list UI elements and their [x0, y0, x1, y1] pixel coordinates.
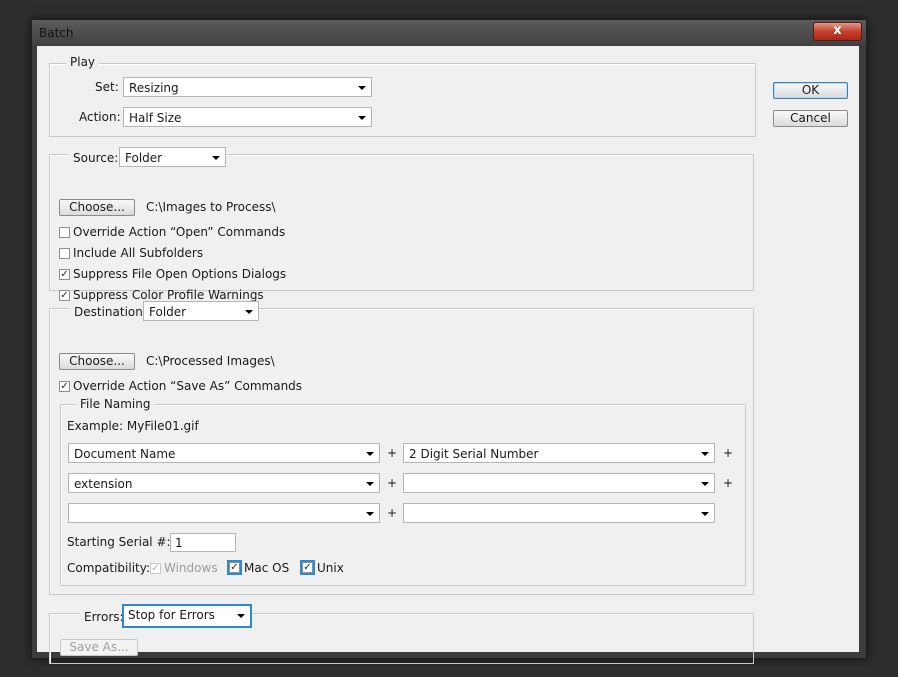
destination-label: Destination: — [70, 305, 151, 319]
source-select[interactable]: Folder — [119, 147, 226, 167]
action-label: Action: — [79, 110, 121, 124]
chevron-down-icon — [358, 116, 366, 120]
destination-path: C:\Processed Images\ — [146, 354, 275, 368]
destination-select[interactable]: Folder — [143, 301, 259, 321]
override-open-checkbox[interactable] — [59, 227, 70, 238]
action-select[interactable]: Half Size — [123, 107, 372, 127]
suppress-color-profile-label: Suppress Color Profile Warnings — [73, 288, 264, 302]
set-value: Resizing — [129, 81, 179, 95]
source-choose-button[interactable]: Choose... — [59, 199, 135, 216]
chevron-down-icon — [237, 614, 245, 618]
plus-sign: + — [723, 446, 734, 460]
batch-dialog: Batch x Play Set: Resizing Action: Half … — [31, 19, 867, 664]
action-value: Half Size — [129, 111, 182, 125]
cancel-button[interactable]: Cancel — [773, 110, 848, 127]
dialog-body: Play Set: Resizing Action: Half Size Sou… — [37, 46, 859, 664]
plus-sign: + — [387, 446, 398, 460]
override-save-as-label: Override Action “Save As” Commands — [73, 379, 303, 393]
naming-example: Example: MyFile01.gif — [67, 419, 199, 433]
window-title: Batch — [39, 26, 74, 40]
title-bar[interactable]: Batch x — [32, 20, 866, 46]
close-button[interactable]: x — [813, 22, 862, 41]
chevron-down-icon — [701, 512, 709, 516]
chevron-down-icon — [366, 482, 374, 486]
chevron-down-icon — [366, 452, 374, 456]
naming-field-5[interactable] — [68, 503, 380, 523]
naming-field-6[interactable] — [403, 503, 715, 523]
chevron-down-icon — [701, 482, 709, 486]
errors-value: Stop for Errors — [128, 608, 215, 622]
override-save-as-checkbox[interactable]: ✓ — [59, 381, 70, 392]
source-value: Folder — [125, 151, 163, 165]
windows-checkbox[interactable]: ✓ — [150, 563, 161, 574]
unix-label: Unix — [317, 561, 344, 575]
naming-field-3-value: extension — [74, 477, 133, 491]
suppress-color-profile-checkbox[interactable]: ✓ — [59, 290, 70, 301]
starting-serial-label: Starting Serial #: — [67, 535, 171, 549]
chevron-down-icon — [212, 156, 220, 160]
override-open-label: Override Action “Open” Commands — [73, 225, 286, 239]
windows-label: Windows — [164, 561, 218, 575]
save-as-button[interactable]: Save As... — [60, 639, 138, 656]
naming-field-2-value: 2 Digit Serial Number — [409, 447, 539, 461]
naming-field-2[interactable]: 2 Digit Serial Number — [403, 443, 715, 463]
destination-choose-button[interactable]: Choose... — [59, 353, 135, 370]
set-label: Set: — [95, 80, 119, 94]
naming-field-1-value: Document Name — [74, 447, 176, 461]
chevron-down-icon — [701, 452, 709, 456]
play-legend: Play — [66, 55, 100, 69]
include-subfolders-label: Include All Subfolders — [73, 246, 204, 260]
starting-serial-input[interactable]: 1 — [170, 533, 236, 552]
naming-field-4[interactable] — [403, 473, 715, 493]
suppress-open-options-checkbox[interactable]: ✓ — [59, 269, 70, 280]
naming-field-3[interactable]: extension — [68, 473, 380, 493]
mac-os-checkbox[interactable]: ✓ — [229, 562, 240, 573]
naming-field-1[interactable]: Document Name — [68, 443, 380, 463]
source-label: Source: — [69, 151, 123, 165]
plus-sign: + — [387, 506, 398, 520]
mac-os-label: Mac OS — [244, 561, 290, 575]
include-subfolders-checkbox[interactable] — [59, 248, 70, 259]
plus-sign: + — [387, 476, 398, 490]
errors-select[interactable]: Stop for Errors — [122, 604, 252, 628]
compatibility-label: Compatibility: — [67, 561, 151, 575]
ok-button[interactable]: OK — [773, 82, 848, 99]
chevron-down-icon — [366, 512, 374, 516]
errors-label: Errors: — [80, 610, 128, 624]
set-select[interactable]: Resizing — [123, 77, 372, 97]
unix-checkbox[interactable]: ✓ — [302, 562, 313, 573]
destination-value: Folder — [149, 305, 187, 319]
chevron-down-icon — [358, 86, 366, 90]
source-path: C:\Images to Process\ — [146, 200, 276, 214]
chevron-down-icon — [245, 310, 253, 314]
file-naming-legend: File Naming — [76, 397, 155, 411]
suppress-open-options-label: Suppress File Open Options Dialogs — [73, 267, 287, 281]
plus-sign: + — [723, 476, 734, 490]
